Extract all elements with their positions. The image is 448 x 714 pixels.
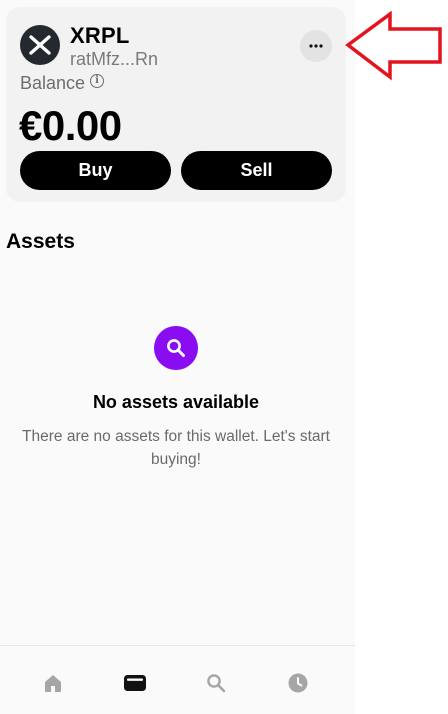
wallet-app: XRPL ratMfz...Rn Balance i €0.00 Buy Sel…: [0, 0, 355, 714]
wallet-card: XRPL ratMfz...Rn Balance i €0.00 Buy Sel…: [6, 7, 346, 202]
sell-button[interactable]: Sell: [181, 151, 332, 190]
empty-state-text: There are no assets for this wallet. Let…: [22, 428, 330, 468]
nav-history[interactable]: [285, 670, 311, 696]
search-icon: [167, 339, 185, 357]
nav-search[interactable]: [203, 670, 229, 696]
clock-icon: [288, 673, 308, 693]
home-icon: [45, 675, 61, 692]
balance-amount: €0.00: [19, 102, 122, 149]
wallet-icon: [124, 675, 146, 691]
empty-state-title: No assets available: [92, 392, 260, 412]
xrp-logo-icon: [20, 25, 60, 65]
nav-home[interactable]: [40, 670, 66, 696]
wallet-name: XRPL: [70, 23, 130, 48]
bottom-navigation: [0, 645, 355, 714]
empty-state-icon: [154, 326, 198, 370]
wallet-address: ratMfz...Rn: [70, 49, 159, 69]
info-icon[interactable]: i: [90, 73, 105, 88]
more-horizontal-icon: [309, 44, 323, 48]
buy-button[interactable]: Buy: [20, 151, 171, 190]
annotation-arrow-icon: [345, 11, 442, 81]
balance-label: Balance: [20, 73, 86, 93]
more-options-button[interactable]: [300, 30, 332, 62]
nav-wallet[interactable]: [122, 670, 148, 696]
balance-label-row: Balance i: [20, 73, 105, 94]
assets-title: Assets: [6, 230, 75, 253]
search-icon: [207, 674, 226, 693]
